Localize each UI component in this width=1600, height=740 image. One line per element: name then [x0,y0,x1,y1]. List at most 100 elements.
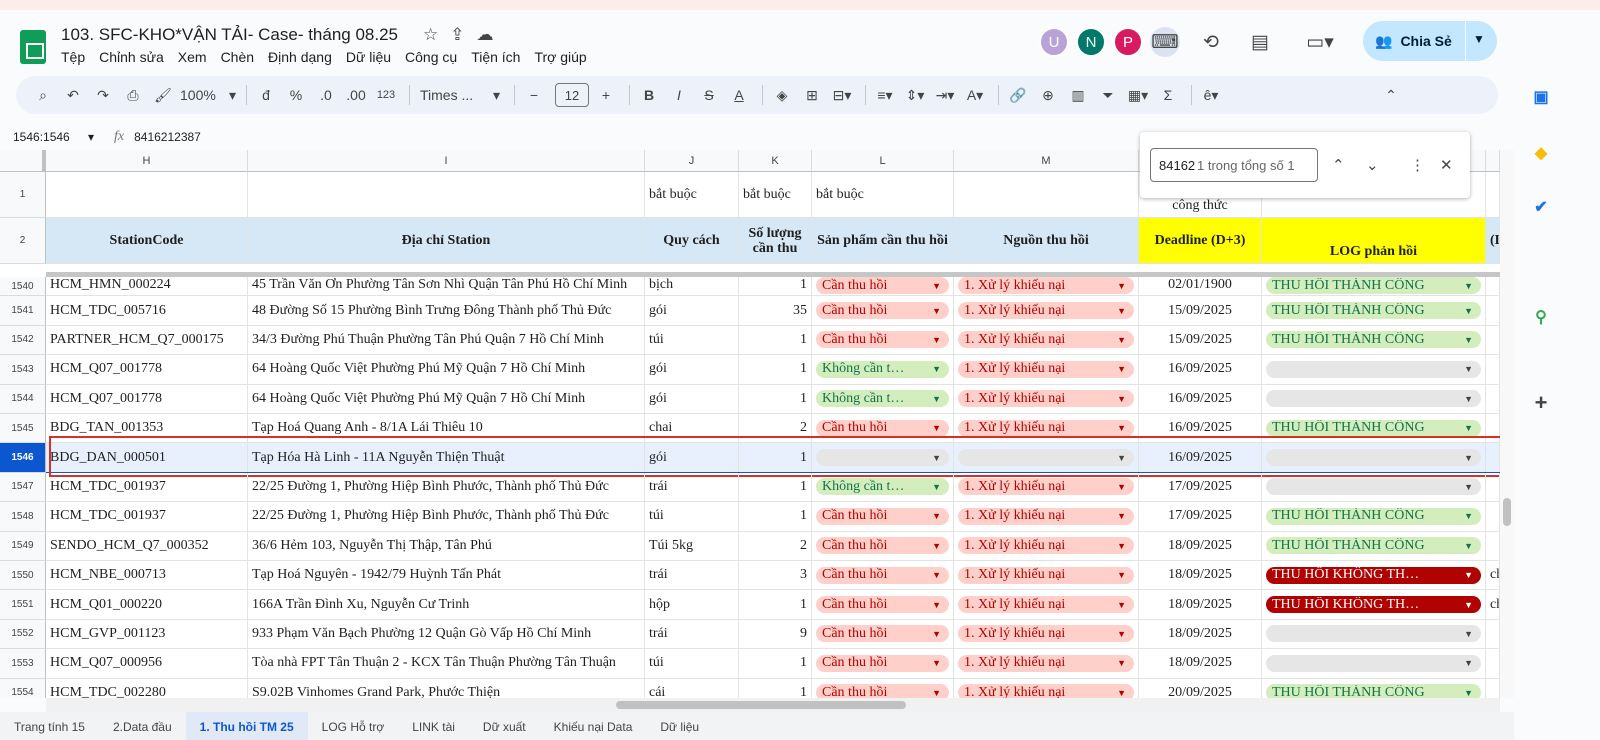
column-header[interactable]: J [645,150,739,172]
status-chip-dropdown[interactable]: Cần thu hồi ▼ [816,419,949,437]
column-header[interactable] [1486,150,1500,172]
font-size-input[interactable]: 12 [555,83,589,107]
table-cell[interactable]: 1. Xử lý khiếu nại ▼ [954,296,1139,326]
status-chip-dropdown[interactable]: THU HỒI THÀNH CÔNG ▼ [1266,537,1481,555]
table-cell[interactable]: cái [645,678,739,698]
column-header[interactable]: M [954,150,1139,172]
status-chip-dropdown[interactable]: ▼ [1266,360,1481,378]
select-all-corner[interactable] [0,150,46,172]
dropdown-arrow-icon[interactable]: ▼ [1464,629,1473,639]
status-chip-dropdown[interactable]: Cần thu hồi ▼ [816,331,949,349]
status-chip-dropdown[interactable]: THU HỒI THÀNH CÔNG ▼ [1266,302,1481,320]
bold-icon[interactable]: B [636,82,662,108]
status-chip-dropdown[interactable]: Cần thu hồi ▼ [816,537,949,555]
table-cell[interactable]: 1. Xử lý khiếu nại ▼ [954,325,1139,356]
table-cell[interactable]: 02/01/1900 [1139,277,1262,297]
dropdown-arrow-icon[interactable]: ▼ [1464,482,1473,492]
header-note-cell[interactable]: bắt buộc [812,172,954,218]
horizontal-align-icon[interactable]: ≡▾ [872,82,898,108]
column-title-cell[interactable]: Deadline (D+3) [1139,218,1262,264]
table-cell[interactable]: 1. Xử lý khiếu nại ▼ [954,531,1139,561]
column-title-cell[interactable]: Quy cách [645,218,739,264]
table-cell[interactable]: 1 [739,472,812,503]
dropdown-arrow-icon[interactable]: ▼ [1117,364,1126,374]
table-cell[interactable]: PARTNER_HCM_Q7_000175 [46,325,248,356]
table-cell[interactable]: THU HỒI THÀNH CÔNG ▼ [1262,325,1486,356]
scrollbar-thumb[interactable] [1503,498,1511,526]
table-cell[interactable]: gói [645,296,739,326]
status-chip-dropdown[interactable]: THU HỒI THÀNH CÔNG ▼ [1266,277,1481,294]
header-note-cell[interactable] [954,172,1139,218]
chevron-up-icon[interactable]: ⌃ [1332,156,1345,174]
row-header[interactable]: 1550 [0,561,46,591]
table-cell[interactable]: 1. Xử lý khiếu nại ▼ [954,649,1139,679]
column-header[interactable]: L [812,150,954,172]
table-cell[interactable]: HCM_TDC_001937 [46,502,248,532]
insert-link-icon[interactable]: 🔗 [1005,82,1031,108]
row-header[interactable]: 1553 [0,649,46,679]
status-chip-dropdown[interactable]: 1. Xử lý khiếu nại ▼ [958,625,1134,643]
table-cell[interactable] [1486,296,1500,326]
status-chip-dropdown[interactable]: 1. Xử lý khiếu nại ▼ [958,507,1134,525]
table-cell[interactable]: THU HỒI THÀNH CÔNG ▼ [1262,502,1486,532]
dropdown-arrow-icon[interactable]: ▼ [1117,335,1126,345]
column-title-cell[interactable]: Nguồn thu hồi [954,218,1139,264]
font-select[interactable]: Times ... ▾ [416,82,504,108]
table-cell[interactable]: Túi 5kg [645,531,739,561]
table-cell[interactable]: 1 [739,277,812,297]
font-size-increase-icon[interactable]: + [593,82,619,108]
row-header[interactable]: 1548 [0,502,46,532]
dropdown-arrow-icon[interactable]: ▼ [932,306,941,316]
sheet-tab[interactable]: 1. Thu hồi TM 25 [185,712,308,740]
table-cell[interactable]: ▼ [1262,619,1486,650]
status-chip-dropdown[interactable]: THU HỒI THÀNH CÔNG ▼ [1266,684,1481,698]
menu-item[interactable]: Dữ liệu [346,49,391,65]
borders-icon[interactable]: ⊞ [799,82,825,108]
dropdown-arrow-icon[interactable]: ▼ [1117,688,1126,698]
row-header[interactable]: 1554 [0,678,46,698]
menu-item[interactable]: Tệp [61,49,85,65]
table-cell[interactable]: HCM_Q07_001778 [46,355,248,385]
table-cell[interactable]: HCM_Q07_000956 [46,649,248,679]
status-chip-dropdown[interactable]: Cần thu hồi ▼ [816,625,949,643]
functions-icon[interactable]: Σ [1155,82,1181,108]
tasks-icon[interactable]: ✔ [1530,196,1552,218]
table-cell[interactable]: bịch [645,277,739,297]
table-cell[interactable]: hộp [645,590,739,620]
fill-color-icon[interactable]: ◈ [769,82,795,108]
status-chip-dropdown[interactable]: 1. Xử lý khiếu nại ▼ [958,390,1134,408]
table-cell[interactable]: ch [1486,561,1500,591]
insert-comment-icon[interactable]: ⊕ [1035,82,1061,108]
italic-icon[interactable]: I [666,82,692,108]
table-cell[interactable] [1486,472,1500,503]
dropdown-arrow-icon[interactable]: ▼ [1464,600,1473,610]
table-cell[interactable]: gói [645,384,739,414]
text-color-icon[interactable]: A [726,82,752,108]
column-title-cell[interactable]: Sản phẩm cần thu hồi [812,218,954,264]
vertical-align-icon[interactable]: ⇕▾ [902,82,928,108]
sheet-tab[interactable]: Dữ liệu [646,712,713,740]
status-chip-dropdown[interactable]: Không cần t… ▼ [816,390,949,408]
table-cell[interactable] [1486,384,1500,414]
dropdown-arrow-icon[interactable]: ▼ [1117,482,1126,492]
strikethrough-icon[interactable]: S [696,82,722,108]
meet-icon[interactable]: ▭▾ [1300,27,1340,57]
dropdown-arrow-icon[interactable]: ▼ [932,658,941,668]
table-cell[interactable]: 3 [739,561,812,591]
avatar[interactable]: P [1113,27,1143,57]
table-cell[interactable]: 933 Phạm Văn Bạch Phường 12 Quận Gò Vấp … [248,619,645,650]
table-cell[interactable]: 17/09/2025 [1139,502,1262,532]
dropdown-arrow-icon[interactable]: ▼ [932,541,941,551]
table-cell[interactable]: 1 [739,590,812,620]
spreadsheet-grid[interactable]: H I J K L M 1 2 StationCode Địa chỉ Station bắt bu… [0,150,1500,698]
row-header[interactable]: 2 [0,218,46,264]
zoom-select[interactable]: 100% ▾ [180,82,236,108]
column-header[interactable]: K [739,150,812,172]
dropdown-arrow-icon[interactable]: ▼ [1464,423,1473,433]
table-cell[interactable]: 1 [739,325,812,356]
name-box[interactable]: 1546:1546 ▾ [0,130,100,144]
table-cell[interactable]: Không cần t… ▼ [812,384,954,414]
status-chip-dropdown[interactable]: 1. Xử lý khiếu nại ▼ [958,331,1134,349]
dropdown-arrow-icon[interactable]: ▼ [932,600,941,610]
table-cell[interactable]: 16/09/2025 [1139,355,1262,385]
